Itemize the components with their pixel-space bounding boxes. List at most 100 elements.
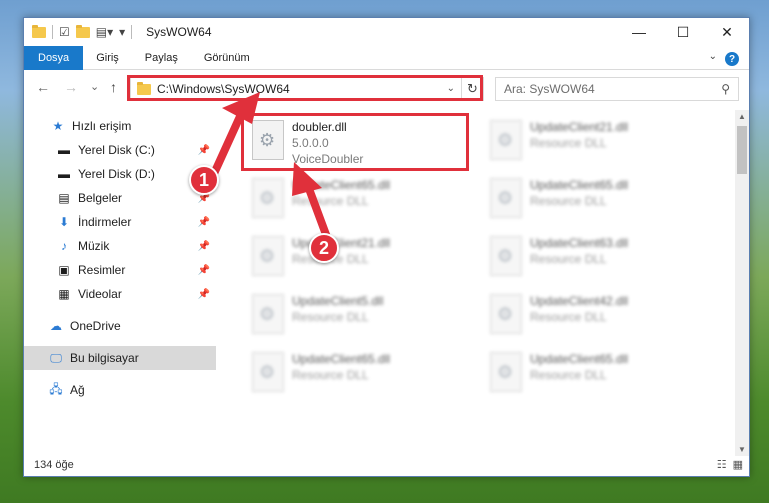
tab-gorunum[interactable]: Görünüm (191, 46, 263, 70)
expand-ribbon-icon[interactable]: ⌄ (709, 51, 717, 62)
pin-icon[interactable]: 📌 (198, 265, 210, 276)
view-buttons: ☷ ▦ (717, 458, 743, 471)
dll-file-icon (252, 294, 284, 334)
sidebar-item-documents[interactable]: ▤ Belgeler 📌 (24, 186, 216, 210)
sidebar-item-drive-d[interactable]: ▬ Yerel Disk (D:) 📌 (24, 162, 216, 186)
drive-icon: ▬ (58, 143, 70, 157)
sidebar-item-onedrive[interactable]: ☁ OneDrive (24, 314, 216, 338)
sidebar-item-pictures[interactable]: ▣ Resimler 📌 (24, 258, 216, 282)
close-button[interactable]: ✕ (705, 18, 749, 46)
sidebar-item-label: Ağ (70, 383, 85, 397)
pictures-icon: ▣ (58, 263, 70, 277)
file-item[interactable]: UpdateClient5.dll Resource DLL (244, 288, 464, 340)
sidebar-item-this-pc[interactable]: 🖵 Bu bilgisayar (24, 346, 216, 370)
document-icon: ▤ (58, 191, 70, 205)
recent-locations-icon[interactable]: ⌄ (90, 80, 99, 93)
file-name: UpdateClient42.dll (530, 294, 629, 308)
window-title: SysWOW64 (146, 25, 212, 39)
file-name: UpdateClient63.dll (530, 236, 629, 250)
file-description: Resource DLL (530, 310, 607, 324)
pin-icon[interactable]: 📌 (198, 241, 210, 252)
separator (131, 25, 133, 39)
file-description: Resource DLL (530, 368, 607, 382)
file-item[interactable]: UpdateClient63.dll Resource DLL (482, 230, 702, 282)
file-name: UpdateClient21.dll (530, 120, 629, 134)
sidebar-item-downloads[interactable]: ⬇ İndirmeler 📌 (24, 210, 216, 234)
file-description: Resource DLL (530, 194, 607, 208)
step-2-badge: 2 (309, 233, 339, 263)
sidebar-item-drive-c[interactable]: ▬ Yerel Disk (C:) 📌 (24, 138, 216, 162)
dll-file-icon (252, 178, 284, 218)
sidebar-item-label: Hızlı erişim (72, 119, 132, 133)
tiles-view-icon[interactable]: ▦ (733, 458, 743, 471)
up-icon[interactable]: ↑ (110, 79, 117, 95)
pin-icon[interactable]: 📌 (198, 217, 210, 228)
star-icon: ★ (52, 119, 64, 133)
file-description: Resource DLL (292, 368, 369, 382)
sidebar-item-network[interactable]: 🖧 Ağ (24, 378, 216, 402)
scroll-down-icon[interactable]: ▼ (738, 445, 746, 454)
tab-giris[interactable]: Giriş (83, 46, 132, 70)
computer-icon: 🖵 (50, 350, 62, 365)
properties-icon[interactable]: ☑ (59, 26, 70, 38)
window-controls: — ☐ ✕ (617, 18, 749, 46)
file-item[interactable]: UpdateClient65.dll Resource DLL (244, 172, 464, 224)
file-item[interactable]: UpdateClient21.dll Resource DLL (482, 114, 702, 166)
scroll-up-icon[interactable]: ▲ (738, 112, 746, 121)
file-description: Resource DLL (530, 252, 607, 266)
scroll-thumb[interactable] (737, 126, 747, 174)
file-description: Resource DLL (292, 194, 369, 208)
forward-icon[interactable]: → (64, 79, 78, 95)
dll-file-icon (490, 294, 522, 334)
status-bar: 134 öğe ☷ ▦ (24, 454, 749, 476)
navigation-pane: ★ Hızlı erişim ▬ Yerel Disk (C:) 📌 ▬ Yer… (24, 110, 216, 456)
sidebar-item-label: Bu bilgisayar (70, 351, 139, 365)
new-folder-icon[interactable] (75, 24, 90, 38)
vertical-scrollbar[interactable]: ▲ ▼ (735, 110, 749, 456)
download-icon: ⬇ (58, 215, 70, 229)
dll-file-icon (490, 352, 522, 392)
sidebar-item-videos[interactable]: ▦ Videolar 📌 (24, 282, 216, 306)
tab-dosya[interactable]: Dosya (24, 45, 84, 70)
sidebar-item-label: OneDrive (70, 319, 121, 333)
search-input[interactable]: Ara: SysWOW64 ⚲ (495, 77, 739, 101)
dll-file-icon (490, 236, 522, 276)
sidebar-item-quick-access[interactable]: ★ Hızlı erişim (24, 114, 216, 138)
step-1-badge: 1 (189, 165, 219, 195)
dll-file-icon (490, 178, 522, 218)
file-item[interactable]: UpdateClient65.dll Resource DLL (482, 346, 702, 398)
file-item[interactable]: UpdateClient65.dll Resource DLL (244, 346, 464, 398)
ribbon: Dosya Giriş Paylaş Görünüm ⌄ ? (24, 45, 749, 70)
customize-qa-icon[interactable]: ▤▾ (96, 26, 113, 38)
minimize-button[interactable]: — (617, 18, 661, 46)
pin-icon[interactable]: 📌 (198, 289, 210, 300)
help-button[interactable]: ? (725, 52, 739, 66)
file-item[interactable]: UpdateClient21.dll Resource DLL (244, 230, 464, 282)
sidebar-item-label: Belgeler (78, 191, 123, 205)
details-view-icon[interactable]: ☷ (717, 458, 727, 471)
dll-file-icon (252, 352, 284, 392)
file-name: UpdateClient65.dll (292, 352, 391, 366)
file-item[interactable]: UpdateClient42.dll Resource DLL (482, 288, 702, 340)
file-name: UpdateClient65.dll (530, 352, 629, 366)
file-name: UpdateClient5.dll (292, 294, 384, 308)
sidebar-item-label: Videolar (78, 287, 122, 301)
drive-icon: ▬ (58, 167, 70, 181)
qa-dropdown-icon[interactable]: ▾ (119, 26, 125, 38)
pin-icon[interactable]: 📌 (198, 145, 210, 156)
quick-access-toolbar: ☑ ▤▾ ▾ SysWOW64 (24, 18, 212, 46)
file-description: Resource DLL (292, 310, 369, 324)
sidebar-item-label: Yerel Disk (D:) (78, 167, 155, 181)
sidebar-item-music[interactable]: ♪ Müzik 📌 (24, 234, 216, 258)
music-icon: ♪ (61, 239, 67, 253)
sidebar-item-label: Müzik (78, 239, 110, 253)
search-icon: ⚲ (721, 82, 730, 96)
file-name: UpdateClient65.dll (530, 178, 629, 192)
maximize-button[interactable]: ☐ (661, 18, 705, 46)
file-name: UpdateClient21.dll (292, 236, 391, 250)
sidebar-item-label: Resimler (78, 263, 126, 277)
file-item[interactable]: UpdateClient65.dll Resource DLL (482, 172, 702, 224)
tab-paylas[interactable]: Paylaş (132, 46, 191, 70)
back-icon[interactable]: ← (36, 79, 50, 95)
video-icon: ▦ (58, 287, 70, 301)
